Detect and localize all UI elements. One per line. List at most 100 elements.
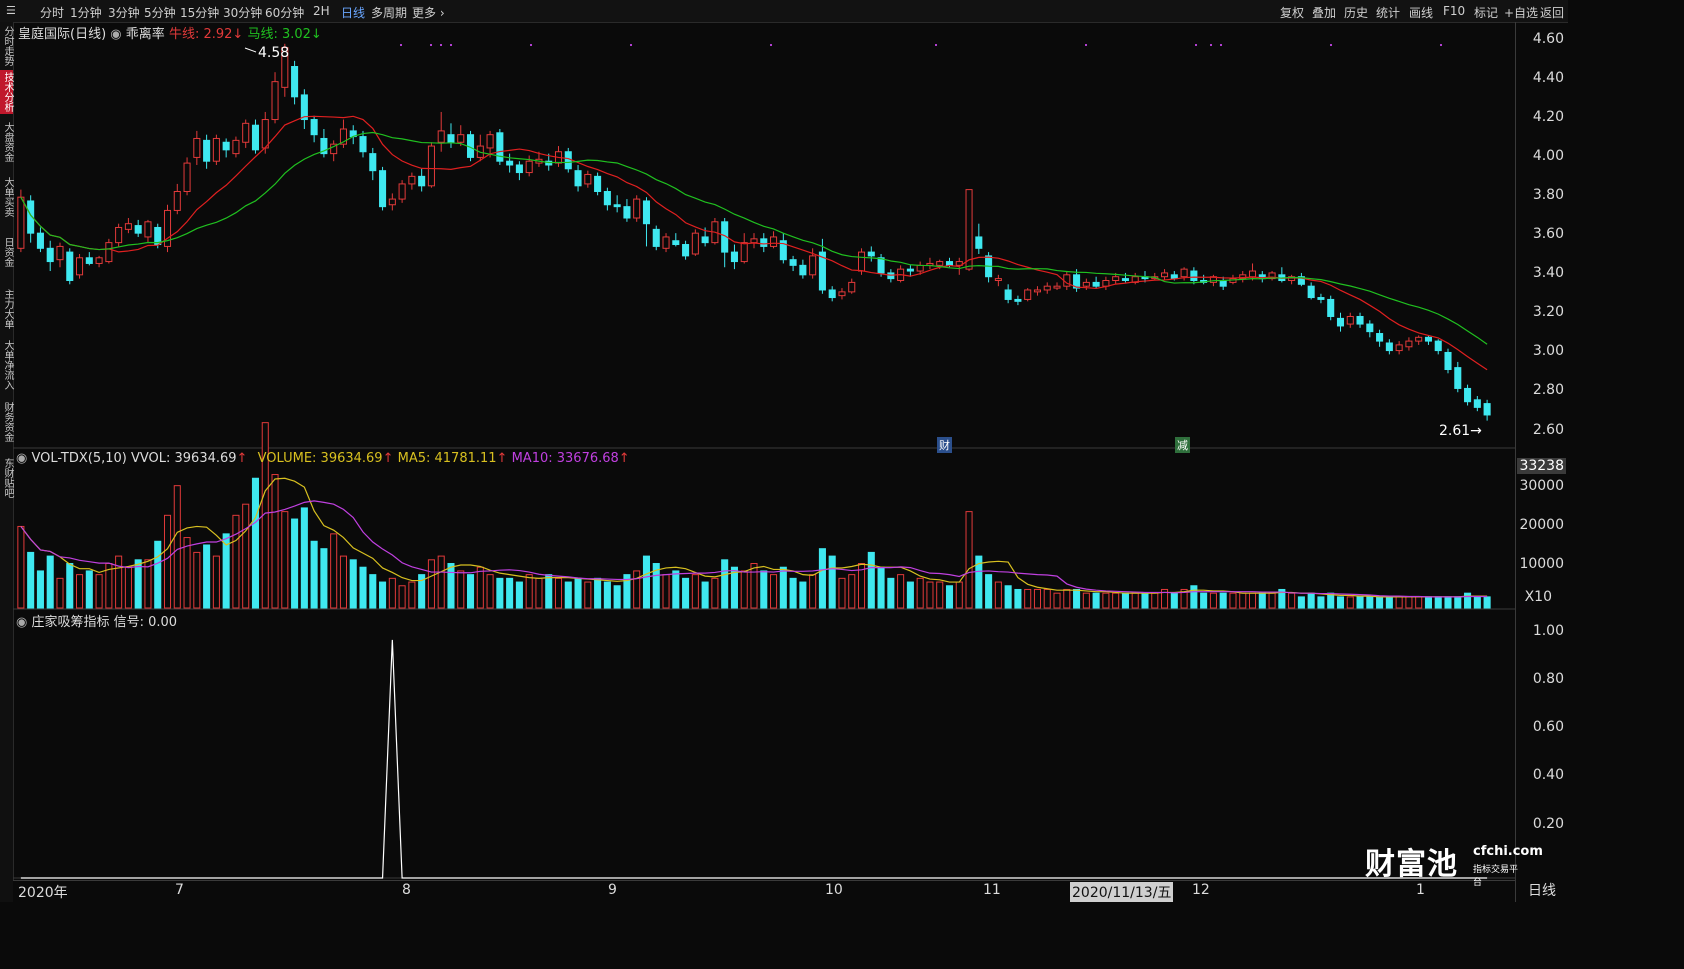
volume-bar <box>1082 592 1090 609</box>
volume-bar <box>809 574 817 609</box>
volume-bar <box>955 581 963 609</box>
candle-body <box>398 183 406 200</box>
candle-body <box>652 228 660 247</box>
price-axis: 4.60 4.40 4.20 4.00 3.80 3.60 3.40 3.20 … <box>1515 22 1568 880</box>
event-dot <box>1210 44 1212 46</box>
volume-bar <box>388 577 396 609</box>
event-dot <box>770 44 772 46</box>
price-tick: 3.00 <box>1532 343 1564 359</box>
volume-bar <box>154 540 162 609</box>
candle-body <box>251 124 260 151</box>
date-tick: 11 <box>983 882 1001 898</box>
volume-bar <box>1102 592 1110 609</box>
volume-bar <box>594 577 602 609</box>
candle-body <box>945 261 954 266</box>
volume-bar <box>965 511 973 609</box>
volume-bar <box>1434 596 1442 609</box>
candle-body <box>134 225 142 234</box>
vvol-arrow: ↑ <box>236 451 248 466</box>
ma5-arrow: ↑ <box>496 451 508 466</box>
volume-bar <box>642 555 651 609</box>
candle-body <box>1112 276 1120 282</box>
candle-body <box>1415 336 1423 342</box>
candle-body <box>105 242 113 263</box>
watermark-logo: 财富池 cfchi.com 指标交易平台 <box>1365 839 1543 888</box>
candle-body <box>310 119 318 136</box>
volume-bar <box>124 566 132 609</box>
volume-bar <box>1112 592 1120 609</box>
date-tick: 7 <box>175 882 184 898</box>
candle-body <box>56 245 64 261</box>
volume-toggle-icon[interactable]: ◉ <box>16 451 27 466</box>
volume-bar <box>994 581 1002 609</box>
candle-body <box>633 198 641 219</box>
signal-toggle-icon[interactable]: ◉ <box>16 615 27 630</box>
ma10-value: MA10: 33676.68 <box>511 451 619 466</box>
volume-bar <box>1483 596 1491 609</box>
volume-bar <box>310 540 318 609</box>
volume-bar <box>437 555 445 609</box>
volume-bar <box>672 570 680 609</box>
volume-bar <box>584 581 592 609</box>
volume-bar <box>1444 596 1452 609</box>
volume-bar <box>320 548 328 609</box>
candle-body <box>1307 285 1315 299</box>
candle-body <box>1219 280 1227 287</box>
volume-bar <box>1073 588 1081 609</box>
watermark-url: cfchi.com <box>1473 844 1543 859</box>
candle-body <box>789 259 797 266</box>
candle-body <box>271 81 279 121</box>
event-badge-financial[interactable]: 财 <box>937 437 952 453</box>
candle-body <box>291 66 299 98</box>
volume-bar <box>232 514 240 609</box>
volume-bar <box>701 581 709 609</box>
candle-body <box>1161 272 1169 278</box>
candle-body <box>1043 285 1051 291</box>
indicator-toggle-icon[interactable]: ◉ <box>110 27 121 42</box>
volume-bar <box>1024 588 1032 609</box>
candle-body <box>1424 336 1432 342</box>
event-dot <box>400 44 402 46</box>
volume-value: VOLUME: 39634.69 <box>257 451 383 466</box>
volume-bar <box>1405 596 1413 609</box>
volume-bar <box>1200 592 1208 609</box>
high-price-marker: 4.58 <box>258 45 290 61</box>
candle-body <box>369 153 377 172</box>
candle-body <box>867 251 875 257</box>
signal-tick: 0.80 <box>1532 671 1564 687</box>
volume-bar <box>525 574 533 609</box>
candle-body <box>46 247 54 263</box>
volume-bar <box>203 544 211 609</box>
candle-body <box>1317 297 1325 300</box>
volume-bar <box>985 574 993 609</box>
volume-bar <box>1248 592 1257 609</box>
low-price-marker: 2.61→ <box>1439 423 1482 439</box>
volume-bar <box>496 577 504 609</box>
candle-body <box>1376 333 1384 342</box>
volume-bar <box>1004 585 1012 609</box>
event-badge-reduce[interactable]: 减 <box>1175 437 1190 453</box>
price-tick: 3.20 <box>1532 304 1564 320</box>
candle-body <box>193 137 201 158</box>
volume-bar <box>457 570 465 609</box>
candle-body <box>203 139 211 162</box>
event-dot <box>1085 44 1087 46</box>
volume-bar <box>1053 592 1061 609</box>
candle-body <box>1248 270 1257 278</box>
price-tick: 4.20 <box>1532 109 1564 125</box>
stock-title[interactable]: 皇庭国际(日线) <box>18 27 106 42</box>
candle-body <box>574 170 582 187</box>
volume-bar <box>564 581 572 609</box>
candle-body <box>1346 315 1354 325</box>
volume-bar <box>1424 596 1432 609</box>
candle-body <box>730 251 738 263</box>
indicator-name: 乖离率 <box>125 27 165 42</box>
candle-body <box>437 130 445 143</box>
candle-body <box>838 291 846 297</box>
candle-body <box>691 232 699 255</box>
volume-bar <box>535 577 543 609</box>
candle-body <box>936 261 944 266</box>
candle-body <box>1434 340 1442 352</box>
signal-indicator: 庄家吸筹指标 信号: 0.00 <box>31 615 178 630</box>
volume-bar <box>867 551 875 609</box>
